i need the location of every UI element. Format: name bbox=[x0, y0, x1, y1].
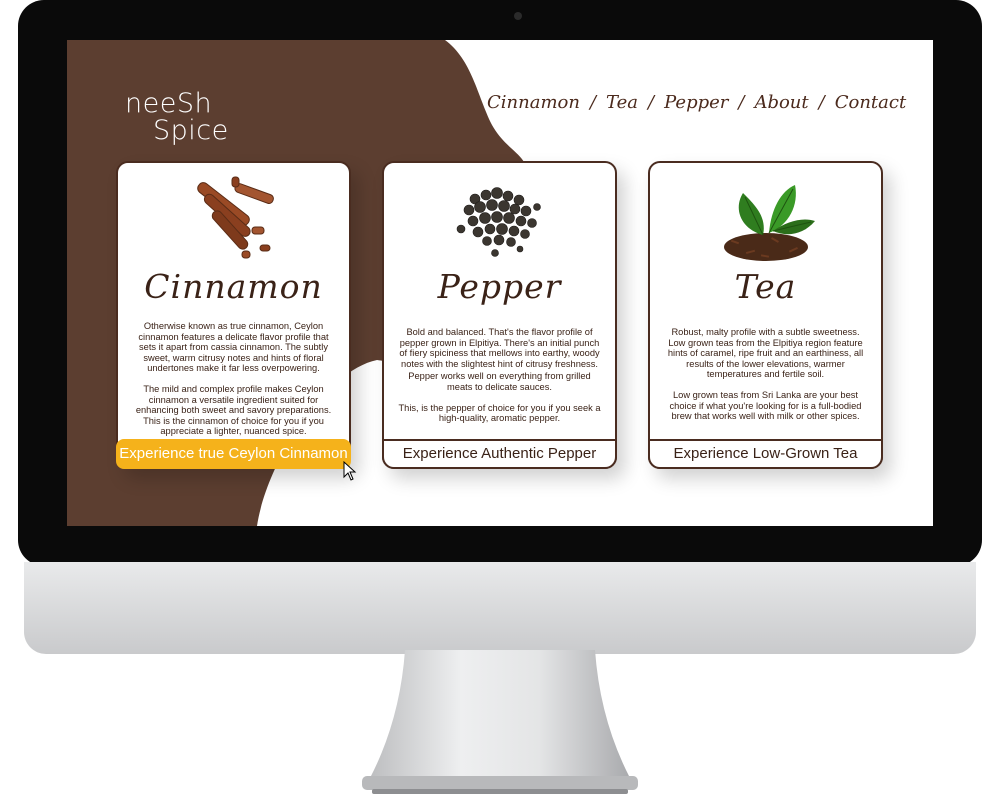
card-paragraph: Low grown teas from Sri Lanka are your b… bbox=[669, 389, 862, 422]
nav-separator: / bbox=[818, 92, 825, 113]
main-nav: Cinnamon / Tea / Pepper / About / Contac… bbox=[487, 92, 906, 113]
card-description: Bold and balanced. That's the flavor pro… bbox=[398, 327, 601, 434]
card-title: Pepper bbox=[437, 267, 562, 306]
peppercorns-icon bbox=[456, 187, 541, 257]
card-paragraph: This, is the pepper of choice for you if… bbox=[398, 402, 601, 424]
card-title: Tea bbox=[734, 267, 797, 306]
pepper-card: Pepper Bold and balanced. That's the fla… bbox=[382, 161, 617, 469]
card-title: Cinnamon bbox=[144, 267, 323, 306]
nav-item-about[interactable]: About bbox=[754, 92, 808, 113]
card-paragraph: Robust, malty profile with a subtle swee… bbox=[667, 327, 864, 380]
nav-item-contact[interactable]: Contact bbox=[835, 92, 906, 113]
card-description: Otherwise known as true cinnamon, Ceylon… bbox=[132, 321, 335, 447]
card-paragraph: The mild and complex profile makes Ceylo… bbox=[135, 383, 332, 437]
experience-pepper-button[interactable]: Experience Authentic Pepper bbox=[382, 439, 617, 469]
nav-item-tea[interactable]: Tea bbox=[606, 92, 638, 113]
monitor-chin bbox=[24, 562, 976, 654]
camera-icon bbox=[514, 12, 522, 20]
website-screen: neeSh Spice Cinnamon / Tea / Pepper / Ab… bbox=[67, 40, 933, 526]
nav-separator: / bbox=[648, 92, 655, 113]
card-description: Robust, malty profile with a subtle swee… bbox=[664, 327, 867, 432]
neeshspice-logo[interactable]: neeSh Spice bbox=[125, 90, 229, 144]
experience-cinnamon-button[interactable]: Experience true Ceylon Cinnamon bbox=[116, 439, 351, 469]
nav-item-cinnamon[interactable]: Cinnamon bbox=[487, 92, 580, 113]
card-paragraph: Pepper works well on everything from gri… bbox=[408, 371, 591, 392]
tea-card: Tea Robust, malty profile with a subtle … bbox=[648, 161, 883, 469]
mouse-cursor-icon bbox=[343, 461, 357, 481]
cinnamon-card: Cinnamon Otherwise known as true cinnamo… bbox=[116, 161, 351, 469]
nav-separator: / bbox=[589, 92, 597, 113]
nav-item-pepper[interactable]: Pepper bbox=[664, 92, 728, 113]
nav-separator: / bbox=[738, 92, 745, 113]
experience-tea-button[interactable]: Experience Low-Grown Tea bbox=[648, 439, 883, 469]
cinnamon-sticks-icon bbox=[196, 176, 274, 259]
monitor-stand bbox=[362, 650, 638, 794]
logo-text-2: Spice bbox=[153, 115, 229, 146]
tea-leaves-icon bbox=[723, 185, 815, 261]
card-paragraph: Otherwise known as true cinnamon, Ceylon… bbox=[138, 321, 329, 374]
card-paragraph: Bold and balanced. That's the flavor pro… bbox=[399, 327, 600, 369]
